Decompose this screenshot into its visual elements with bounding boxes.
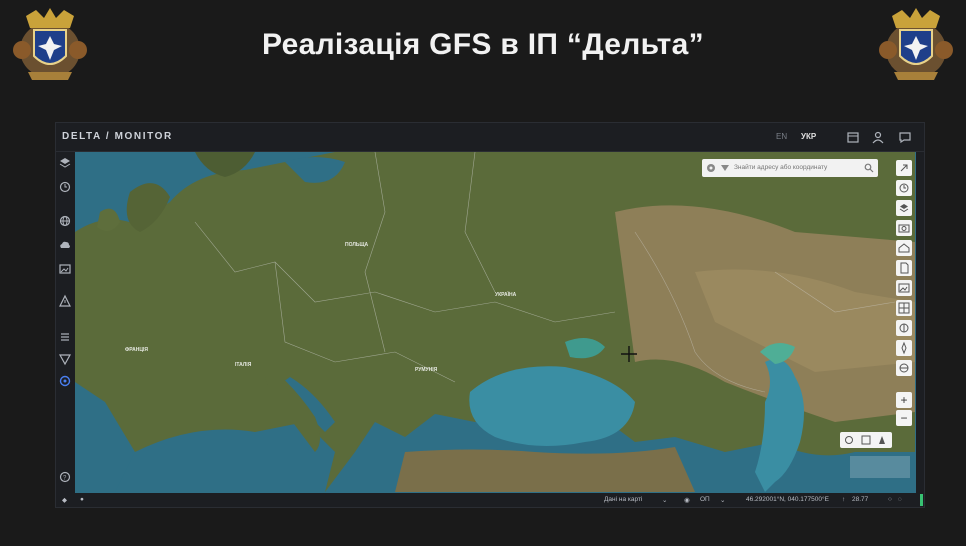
user-icon[interactable] <box>871 130 885 144</box>
info-icon: ◉ <box>684 497 690 504</box>
pin-icon: ↑ <box>842 496 846 503</box>
search-input[interactable] <box>734 161 854 174</box>
slide-title: Реалізація GFS в ІП “Дельта” <box>262 28 704 61</box>
filter-icon[interactable] <box>58 352 72 366</box>
north-arrow-icon <box>879 436 885 444</box>
chevron-down-icon[interactable]: ⌄ <box>662 496 667 504</box>
map-label-poland: ПОЛЬЩА <box>345 242 369 248</box>
status-icon: ◌ <box>898 496 902 503</box>
lang-en[interactable]: EN <box>776 132 787 141</box>
3d-view-icon <box>861 435 871 445</box>
dot-icon[interactable]: ● <box>80 496 84 503</box>
map-search-box <box>702 159 878 177</box>
map-imagery <box>75 152 915 492</box>
lang-ukr[interactable]: УКР <box>801 132 816 141</box>
clock-icon[interactable] <box>896 180 912 196</box>
settings-icon[interactable] <box>705 162 717 174</box>
expand-icon[interactable]: ◆ <box>62 496 67 504</box>
layers-icon[interactable] <box>896 200 912 216</box>
filter-dropdown-icon[interactable] <box>720 163 730 173</box>
camera-icon[interactable] <box>896 220 912 236</box>
coordinates-readout: 46.292001°N, 040.177500°E <box>746 496 829 503</box>
zoom-in-button[interactable]: + <box>896 392 912 408</box>
document-icon[interactable] <box>896 260 912 276</box>
map-label-romania: РУМУНІЯ <box>415 367 438 373</box>
list-icon[interactable] <box>58 330 72 344</box>
route-icon[interactable] <box>896 360 912 376</box>
top-bar: DELTA / MONITOR EN УКР <box>56 123 924 152</box>
layers-selector[interactable]: ОП <box>700 496 710 503</box>
svg-text:?: ? <box>63 476 67 482</box>
help-icon[interactable]: ? <box>58 470 72 484</box>
warning-icon[interactable] <box>58 294 72 308</box>
search-icon[interactable] <box>864 163 874 173</box>
map-mode-controls <box>840 432 892 448</box>
coat-of-arms-right <box>876 6 956 84</box>
image-icon[interactable] <box>896 280 912 296</box>
home-icon[interactable] <box>896 240 912 256</box>
settings-icon[interactable]: ○ <box>888 496 892 503</box>
map-scale-legend <box>850 456 910 478</box>
map-label-france: ФРАНЦІЯ <box>125 347 149 353</box>
bottom-status-bar: ◆ ● Дані на карті ⌄ ◉ ОП ⌄ 46.292001°N, … <box>56 493 924 507</box>
globe-icon[interactable] <box>58 214 72 228</box>
layers-icon[interactable] <box>58 156 72 170</box>
left-sidebar: ? <box>56 152 74 493</box>
cloud-icon[interactable] <box>58 238 72 252</box>
measure-icon[interactable] <box>896 320 912 336</box>
basemap-selector[interactable]: Дані на карті <box>604 496 642 503</box>
grid-icon[interactable] <box>896 300 912 316</box>
share-icon[interactable] <box>896 160 912 176</box>
satellite-map[interactable]: ІТАЛІЯ УКРАЇНА ФРАНЦІЯ ПОЛЬЩА РУМУНІЯ Зн… <box>75 152 916 493</box>
map-label-ukraine: УКРАЇНА <box>495 292 517 298</box>
chat-icon[interactable] <box>898 130 912 144</box>
map-label-italy: ІТАЛІЯ <box>235 362 252 368</box>
status-indicator <box>920 494 923 506</box>
rotate-icon <box>845 436 853 444</box>
zoom-out-button[interactable]: − <box>896 410 912 426</box>
zoom-readout: 28.77 <box>852 496 869 503</box>
app-window: DELTA / MONITOR EN УКР ? ІТАЛІЯ УКРАЇНА … <box>55 122 925 508</box>
compass-icon[interactable] <box>896 340 912 356</box>
app-title: DELTA / MONITOR <box>62 131 173 142</box>
image-icon[interactable] <box>58 262 72 276</box>
calendar-icon[interactable] <box>846 130 860 144</box>
target-icon[interactable] <box>58 374 72 388</box>
chevron-down-icon[interactable]: ⌄ <box>720 496 725 504</box>
history-icon[interactable] <box>58 180 72 194</box>
